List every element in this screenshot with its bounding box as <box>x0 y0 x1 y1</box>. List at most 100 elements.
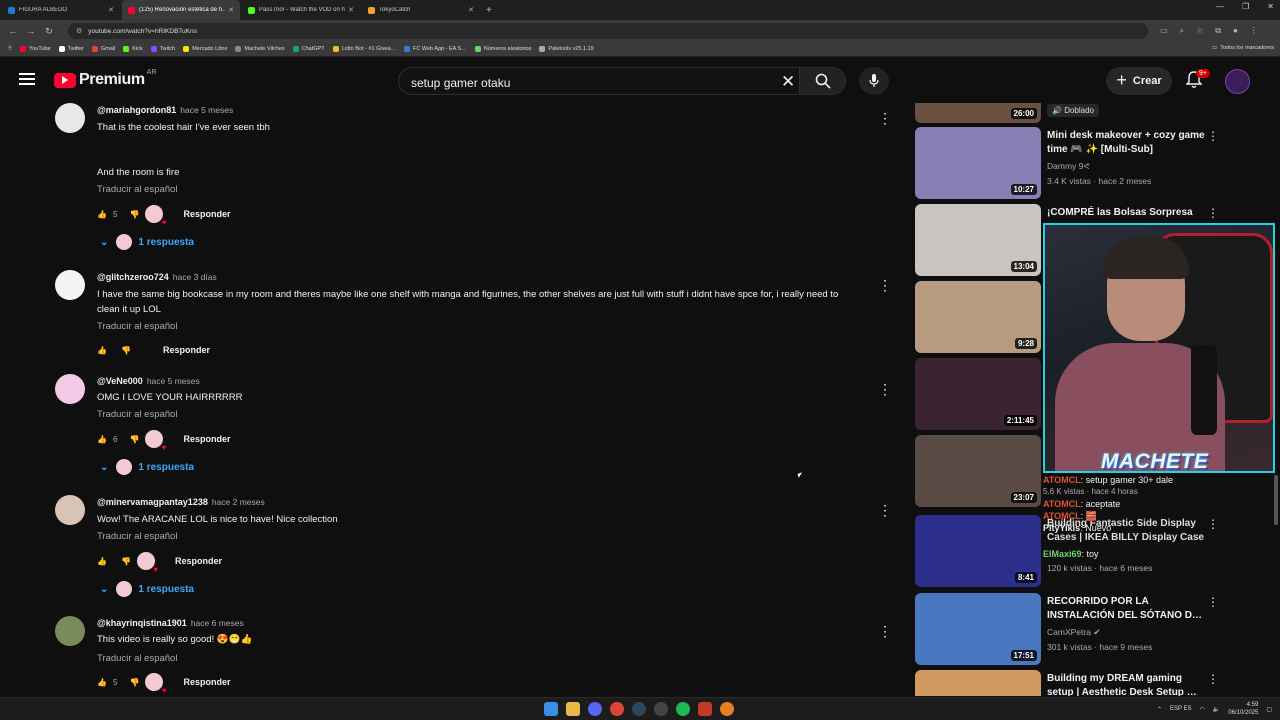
comment-avatar[interactable] <box>55 103 85 133</box>
video-menu-icon[interactable]: ⋮ <box>1207 129 1219 143</box>
search-input[interactable]: setup gamer otaku <box>411 76 510 90</box>
close-tab-icon[interactable]: ✕ <box>108 6 114 14</box>
comment-time[interactable]: hace 2 meses <box>212 497 265 507</box>
search-button[interactable] <box>799 68 845 94</box>
cast-icon[interactable]: ▭ <box>1160 26 1168 36</box>
comment-time[interactable]: hace 5 meses <box>147 376 200 386</box>
url-field[interactable]: ⚙ youtube.com/watch?v=hRIKDB7uKns <box>68 23 1148 39</box>
video-title[interactable]: Mini desk makeover + cozy game time 🎮 ✨ … <box>1047 129 1207 157</box>
translate-link[interactable]: Traducir al español <box>97 653 177 664</box>
reply-button[interactable]: Responder <box>183 209 230 219</box>
scrollbar-thumb[interactable] <box>1274 475 1278 525</box>
translate-link[interactable]: Traducir al español <box>97 531 177 542</box>
bookmark-fc-web-app[interactable]: FC Web App - EA S… <box>404 46 467 52</box>
comment-author[interactable]: @minervamagpantay1238 hace 2 meses <box>97 497 265 507</box>
like-icon[interactable]: 👍 <box>95 554 109 568</box>
app-icon[interactable] <box>698 702 712 716</box>
browser-tab-2[interactable]: (125) Renovación estética de h… ✕ <box>122 0 240 20</box>
account-avatar[interactable] <box>1225 69 1250 94</box>
video-title[interactable]: ¡COMPRÉ las Bolsas Sorpresa <box>1047 206 1217 220</box>
steam-icon[interactable] <box>632 702 646 716</box>
comment-menu-icon[interactable]: ⋮ <box>878 382 892 396</box>
comment-menu-icon[interactable]: ⋮ <box>878 278 892 292</box>
youtube-logo[interactable]: Premium AR <box>54 69 156 89</box>
video-menu-icon[interactable]: ⋮ <box>1207 672 1219 686</box>
like-icon[interactable]: 👍 <box>95 343 109 357</box>
close-tab-icon[interactable]: ✕ <box>468 6 474 14</box>
zoom-icon[interactable]: ⌕ <box>1180 26 1184 36</box>
author-handle[interactable]: @glitchzeroo724 <box>97 272 169 282</box>
browser-menu-icon[interactable]: ⋮ <box>1250 26 1258 36</box>
bookmark-mercado-libre[interactable]: Mercado Libre <box>183 46 227 52</box>
volume-icon[interactable]: 🔈 <box>1213 706 1220 713</box>
chrome-icon[interactable] <box>610 702 624 716</box>
video-thumbnail[interactable]: 9:28 <box>915 281 1041 353</box>
browser-tab-1[interactable]: FIGURA ALBEDO ✕ <box>2 0 120 20</box>
bookmark-twitch[interactable]: Twitch <box>150 46 175 52</box>
close-tab-icon[interactable]: ✕ <box>348 6 354 14</box>
comment-time[interactable]: hace 6 meses <box>191 618 244 628</box>
comment-author[interactable]: @glitchzeroo724 hace 3 días <box>97 272 217 282</box>
reply-button[interactable]: Responder <box>175 556 222 566</box>
like-icon[interactable]: 👍 <box>95 432 109 446</box>
video-thumbnail[interactable]: 13:04 <box>915 204 1041 276</box>
all-bookmarks[interactable]: ▭ Todos los marcadores <box>1212 45 1274 51</box>
video-title[interactable]: RECORRIDO POR LA INSTALACIÓN DEL SÓTANO … <box>1047 595 1207 623</box>
comment-time[interactable]: hace 3 días <box>173 272 217 282</box>
hamburger-menu-icon[interactable] <box>19 73 35 85</box>
language-indicator[interactable]: ESP ES <box>1170 706 1192 712</box>
video-thumbnail[interactable]: 17:51 <box>915 593 1041 665</box>
view-replies-button[interactable]: ⌄ 1 respuesta <box>100 233 194 251</box>
author-handle[interactable]: @VeNe000 <box>97 376 143 386</box>
browser-icon[interactable] <box>720 702 734 716</box>
bookmark-numeros[interactable]: Números aleatorios <box>474 46 531 52</box>
author-handle[interactable]: @khayrinqistina1901 <box>97 618 187 628</box>
comment-time[interactable]: hace 5 meses <box>180 105 233 115</box>
dislike-icon[interactable]: 👎 <box>119 343 133 357</box>
view-replies-button[interactable]: ⌄ 1 respuesta <box>100 458 194 476</box>
browser-tab-4[interactable]: TokyoCatch ✕ <box>362 0 480 20</box>
site-info-icon[interactable]: ⚙ <box>76 27 82 35</box>
comment-menu-icon[interactable]: ⋮ <box>878 111 892 125</box>
author-handle[interactable]: @minervamagpantay1238 <box>97 497 208 507</box>
windows-start-icon[interactable] <box>544 702 558 716</box>
bookmark-lotto-bot[interactable]: Lotto Bot - #1 Givea… <box>332 46 396 52</box>
like-icon[interactable]: 👍 <box>95 207 109 221</box>
video-thumbnail[interactable]: 2:11:45 <box>915 358 1041 430</box>
search-box[interactable]: setup gamer otaku ✕ <box>398 67 846 95</box>
translate-link[interactable]: Traducir al español <box>97 409 177 420</box>
video-thumbnail[interactable]: 23:07 <box>915 435 1041 507</box>
reply-button[interactable]: Responder <box>183 677 230 687</box>
apps-icon[interactable]: ⠿ <box>8 46 12 52</box>
reply-button[interactable]: Responder <box>163 345 210 355</box>
clear-search-icon[interactable]: ✕ <box>781 72 795 92</box>
video-thumbnail[interactable] <box>915 670 1041 696</box>
comment-author[interactable]: @khayrinqistina1901 hace 6 meses <box>97 618 244 628</box>
new-tab-button[interactable]: + <box>486 5 492 16</box>
browser-tab-3[interactable]: PassThor - Watch the VOD on h… ✕ <box>242 0 360 20</box>
video-thumbnail[interactable]: 8:41 <box>915 515 1041 587</box>
bookmark-kick[interactable]: Kick <box>123 46 143 52</box>
bookmark-twitter[interactable]: Twitter <box>58 46 84 52</box>
obs-icon[interactable] <box>654 702 668 716</box>
comment-author[interactable]: @VeNe000 hace 5 meses <box>97 376 200 386</box>
video-menu-icon[interactable]: ⋮ <box>1207 595 1219 609</box>
dislike-icon[interactable]: 👎 <box>127 432 141 446</box>
reply-button[interactable]: Responder <box>183 434 230 444</box>
channel-name[interactable]: CamXPetra <box>1047 627 1091 637</box>
video-channel[interactable]: CamXPetra ✔ <box>1047 627 1100 638</box>
spotify-icon[interactable] <box>676 702 690 716</box>
bookmark-chatgpt[interactable]: ChatGPT <box>292 46 325 52</box>
translate-link[interactable]: Traducir al español <box>97 321 177 332</box>
close-tab-icon[interactable]: ✕ <box>228 6 234 14</box>
dislike-icon[interactable]: 👎 <box>127 207 141 221</box>
discord-icon[interactable] <box>588 702 602 716</box>
video-menu-icon[interactable]: ⋮ <box>1207 206 1219 220</box>
file-explorer-icon[interactable] <box>566 702 580 716</box>
create-button[interactable]: + Crear <box>1106 67 1172 95</box>
clock[interactable]: 4:59 06/10/2025 <box>1228 701 1258 717</box>
extensions-icon[interactable]: ⧉ <box>1215 26 1221 36</box>
tray-expand-icon[interactable]: ⌃ <box>1157 706 1162 713</box>
comment-menu-icon[interactable]: ⋮ <box>878 503 892 517</box>
reload-icon[interactable]: ↻ <box>44 26 54 37</box>
